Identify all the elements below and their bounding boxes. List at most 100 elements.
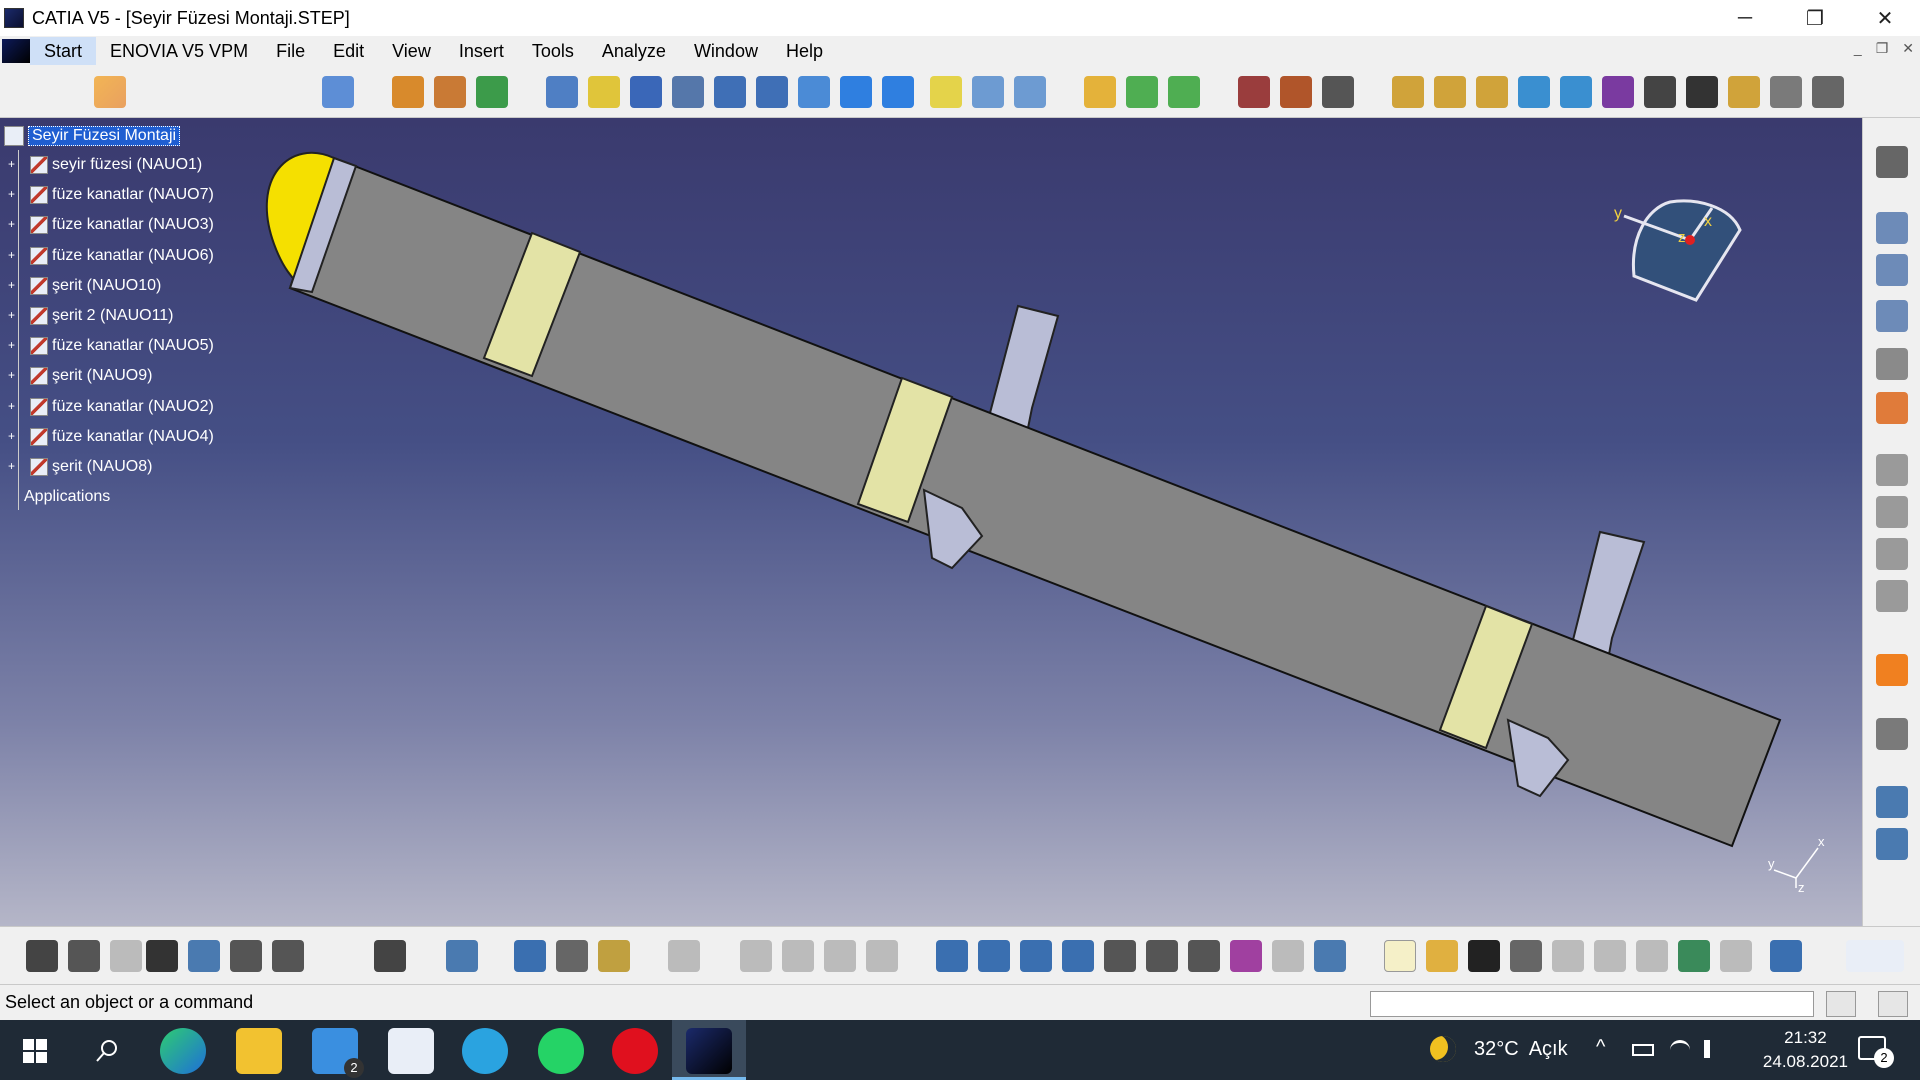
expand-icon[interactable]: + bbox=[8, 369, 20, 382]
tree-item[interactable]: + şerit 2 (NAUO11) bbox=[4, 301, 214, 331]
menu-file[interactable]: File bbox=[262, 41, 319, 62]
open-folder-icon[interactable] bbox=[1426, 940, 1458, 972]
pan-icon[interactable] bbox=[630, 76, 662, 108]
compass-origin[interactable] bbox=[1685, 235, 1695, 245]
flag-note-icon[interactable] bbox=[1876, 300, 1908, 332]
expand-icon[interactable]: + bbox=[8, 218, 20, 231]
expand-icon[interactable]: + bbox=[8, 279, 20, 292]
new-part-icon[interactable] bbox=[1168, 76, 1200, 108]
fly-icon[interactable] bbox=[546, 76, 578, 108]
chevron-up-icon[interactable]: ^ bbox=[1596, 1036, 1605, 1059]
bill-of-material-icon[interactable] bbox=[1280, 76, 1312, 108]
swap-space-icon[interactable] bbox=[1014, 76, 1046, 108]
tree-item-label[interactable]: füze kanatlar (NAUO5) bbox=[52, 337, 214, 355]
pencil-icon[interactable] bbox=[1146, 940, 1178, 972]
menu-view[interactable]: View bbox=[378, 41, 445, 62]
axis-icon[interactable] bbox=[1876, 212, 1908, 244]
applications-label[interactable]: Applications bbox=[24, 488, 110, 506]
restore-button[interactable]: ❐ bbox=[1780, 0, 1850, 36]
tree-item-label[interactable]: şerit (NAUO9) bbox=[52, 367, 152, 385]
notification-icon[interactable]: 2 bbox=[1858, 1036, 1894, 1068]
inertia-icon[interactable] bbox=[598, 940, 630, 972]
link-icon[interactable] bbox=[936, 940, 968, 972]
missile-body[interactable] bbox=[288, 156, 1782, 848]
publish-icon[interactable] bbox=[1062, 940, 1094, 972]
annotation-flag-icon[interactable] bbox=[1728, 76, 1760, 108]
fly-mode-icon[interactable] bbox=[392, 76, 424, 108]
expand-icon[interactable]: + bbox=[8, 430, 20, 443]
multi-cube-icon[interactable] bbox=[1020, 940, 1052, 972]
tree-item[interactable]: + şerit (NAUO8) bbox=[4, 452, 214, 482]
render-icon[interactable] bbox=[434, 76, 466, 108]
zoom-in-icon[interactable] bbox=[714, 76, 746, 108]
compass[interactable]: x y z bbox=[1600, 178, 1760, 318]
command-input[interactable] bbox=[1370, 991, 1814, 1017]
menu-insert[interactable]: Insert bbox=[445, 41, 518, 62]
compass-plate[interactable] bbox=[1631, 199, 1742, 302]
measure-item-icon[interactable] bbox=[556, 940, 588, 972]
snap-icon[interactable] bbox=[1876, 786, 1908, 818]
doc-restore-button[interactable]: ❐ bbox=[1876, 40, 1889, 57]
formula-icon[interactable] bbox=[26, 940, 58, 972]
section-icon[interactable] bbox=[1876, 348, 1908, 380]
eraser-icon[interactable] bbox=[322, 76, 354, 108]
clock[interactable]: 21:32 24.08.2021 bbox=[1763, 1026, 1848, 1074]
tree-item[interactable]: + füze kanatlar (NAUO2) bbox=[4, 392, 214, 422]
tree-item[interactable]: + seyir füzesi (NAUO1) bbox=[4, 150, 214, 180]
explode-icon[interactable] bbox=[1644, 76, 1676, 108]
refresh-icon[interactable] bbox=[668, 940, 700, 972]
doc-close-button[interactable]: ✕ bbox=[1902, 40, 1914, 57]
menu-start[interactable]: Start bbox=[30, 37, 97, 65]
tree-item-label[interactable]: şerit (NAUO8) bbox=[52, 458, 152, 476]
edge-browser-icon[interactable] bbox=[160, 1028, 206, 1074]
status-button-2[interactable] bbox=[1878, 991, 1908, 1017]
view-manager-icon[interactable] bbox=[1770, 76, 1802, 108]
windows-start-icon[interactable] bbox=[12, 1028, 58, 1074]
zoom-out-icon[interactable] bbox=[756, 76, 788, 108]
normal-view-icon[interactable] bbox=[798, 76, 830, 108]
tree-root[interactable]: Seyir Füzesi Montaji bbox=[4, 122, 214, 150]
scene-icon[interactable] bbox=[1602, 76, 1634, 108]
battery-icon[interactable] bbox=[1632, 1044, 1654, 1056]
menu-edit[interactable]: Edit bbox=[319, 41, 378, 62]
search-icon[interactable] bbox=[84, 1028, 130, 1074]
missile-model[interactable] bbox=[0, 118, 1862, 926]
filter-icon[interactable] bbox=[1188, 940, 1220, 972]
menu-window[interactable]: Window bbox=[680, 41, 772, 62]
forward-icon[interactable] bbox=[782, 940, 814, 972]
tree-icon[interactable] bbox=[188, 940, 220, 972]
tree-item-label[interactable]: füze kanatlar (NAUO6) bbox=[52, 247, 214, 265]
tree-item[interactable]: + füze kanatlar (NAUO3) bbox=[4, 210, 214, 240]
tree-applications[interactable]: Applications bbox=[4, 482, 214, 512]
menu-analyze[interactable]: Analyze bbox=[588, 41, 680, 62]
multi-view-icon[interactable] bbox=[840, 76, 872, 108]
table-icon[interactable] bbox=[146, 940, 178, 972]
component-3-icon[interactable] bbox=[1876, 538, 1908, 570]
volume-icon[interactable] bbox=[1704, 1040, 1722, 1058]
paste-tool-icon[interactable] bbox=[866, 940, 898, 972]
sectioning-icon[interactable] bbox=[1476, 76, 1508, 108]
expand-icon[interactable]: + bbox=[8, 309, 20, 322]
update-icon[interactable] bbox=[1322, 76, 1354, 108]
material-icon[interactable] bbox=[476, 76, 508, 108]
minimize-button[interactable]: ─ bbox=[1710, 0, 1780, 36]
shading-icon[interactable] bbox=[930, 76, 962, 108]
weather-text[interactable]: 32°C Açık bbox=[1474, 1038, 1568, 1061]
save-icon[interactable] bbox=[1468, 940, 1500, 972]
component-2-icon[interactable] bbox=[1876, 496, 1908, 528]
scene-stack-icon[interactable] bbox=[1876, 392, 1908, 424]
menu-help[interactable]: Help bbox=[772, 41, 837, 62]
catalog-icon[interactable] bbox=[1084, 76, 1116, 108]
tree-item-label[interactable]: şerit (NAUO10) bbox=[52, 277, 161, 295]
tree-item-label[interactable]: seyir füzesi (NAUO1) bbox=[52, 156, 202, 174]
tree-item-label[interactable]: füze kanatlar (NAUO7) bbox=[52, 186, 214, 204]
wifi-icon[interactable] bbox=[1670, 1040, 1690, 1060]
component-1-icon[interactable] bbox=[1876, 454, 1908, 486]
existing-component-icon[interactable] bbox=[1126, 76, 1158, 108]
constraint-icon[interactable] bbox=[1238, 76, 1270, 108]
redo-icon[interactable] bbox=[1720, 940, 1752, 972]
expand-icon[interactable]: + bbox=[8, 158, 20, 171]
catia-taskbar-icon[interactable] bbox=[686, 1028, 732, 1074]
text-icon[interactable] bbox=[1876, 254, 1908, 286]
help-icon[interactable] bbox=[1770, 940, 1802, 972]
